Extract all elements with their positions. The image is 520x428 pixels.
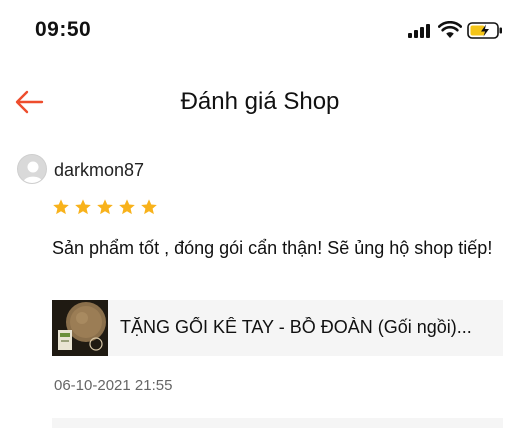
signal-icon [408, 24, 432, 38]
reviewer-username: darkmon87 [54, 160, 145, 180]
star-icon [53, 199, 69, 215]
review-date: 06-10-2021 21:55 [54, 377, 173, 394]
next-review-card [52, 418, 503, 428]
star-icon [75, 199, 91, 215]
star-icon [119, 199, 135, 215]
battery-charging-icon [467, 22, 502, 39]
user-placeholder-icon [23, 161, 43, 183]
status-bar: 09:50 [0, 0, 520, 64]
page-title: Đánh giá Shop [180, 88, 340, 115]
star-icon [141, 199, 157, 215]
star-icon [97, 199, 113, 215]
rating-stars [52, 198, 158, 218]
product-name: TẶNG GỐI KÊ TAY - BỒ ĐOÀN (Gối ngồi)... [120, 317, 472, 337]
product-image [52, 300, 108, 356]
avatar[interactable] [17, 154, 47, 184]
review-text: Sản phẩm tốt , đóng gói cẩn thận! Sẽ ủng… [52, 238, 493, 258]
product-card[interactable]: TẶNG GỐI KÊ TAY - BỒ ĐOÀN (Gối ngồi)... [52, 300, 503, 356]
wifi-icon [438, 21, 462, 38]
review-item: darkmon87 Sản phẩm tốt , đóng gói cẩn th… [0, 136, 520, 428]
header: Đánh giá Shop [0, 64, 520, 136]
status-time: 09:50 [35, 18, 92, 41]
product-thumbnail [52, 300, 108, 356]
